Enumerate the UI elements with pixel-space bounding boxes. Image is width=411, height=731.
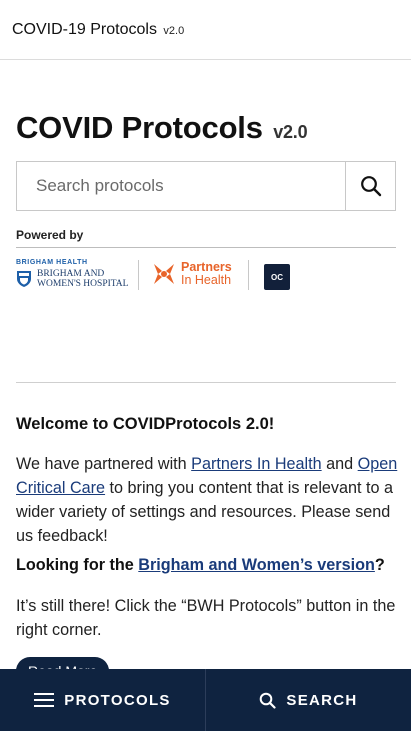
search-icon (360, 176, 381, 197)
bwh-logo-line2: WOMEN'S HOSPITAL (37, 279, 129, 289)
occ-logo-text: OC (271, 272, 283, 282)
logo-divider (248, 260, 249, 290)
occ-logo[interactable]: OC (264, 264, 290, 290)
welcome-text-b: and (321, 455, 358, 473)
bwh-shield-icon (17, 271, 31, 287)
bwh-version-prompt: Looking for the Brigham and Women’s vers… (16, 556, 398, 575)
app-version: v2.0 (163, 25, 185, 37)
bwh-prompt-text-b: ? (374, 556, 385, 574)
powered-by-label: Powered by (16, 228, 396, 248)
search-tab[interactable]: SEARCH (205, 669, 411, 731)
bwh-logo[interactable]: BRIGHAM HEALTH BRIGHAM AND WOMEN'S HOSPIT… (16, 259, 128, 289)
bwh-logo-name: BRIGHAM AND WOMEN'S HOSPITAL (37, 269, 128, 289)
bwh-version-link[interactable]: Brigham and Women’s version (138, 556, 375, 574)
bwh-info-paragraph: It’s still there! Click the “BWH Protoco… (16, 597, 396, 639)
section-divider (16, 382, 396, 383)
search-box (16, 161, 396, 211)
pih-logo-line2: In Health (181, 273, 232, 287)
logo-divider (138, 260, 139, 290)
welcome-text-a: We have partnered with (16, 455, 192, 473)
search-input[interactable] (17, 162, 347, 210)
partner-logos: BRIGHAM HEALTH BRIGHAM AND WOMEN'S HOSPIT… (16, 258, 396, 308)
page-title: COVID Protocols v2.0 (16, 110, 396, 146)
search-tab-label: SEARCH (286, 691, 358, 709)
welcome-heading: Welcome to COVIDProtocols 2.0! (16, 415, 275, 433)
bwh-logo-top-text: BRIGHAM HEALTH (16, 259, 88, 266)
app-title-text: COVID-19 Protocols (12, 21, 157, 38)
search-icon (259, 692, 277, 709)
main-content: COVID Protocols v2.0 Powered by BRIGHAM … (16, 60, 397, 685)
top-app-bar: COVID-19 Protocols v2.0 (0, 0, 411, 60)
menu-icon (34, 693, 55, 707)
page-title-version: v2.0 (273, 122, 308, 142)
app-title[interactable]: COVID-19 Protocols v2.0 (12, 21, 184, 39)
partners-in-health-link[interactable]: Partners In Health (191, 455, 321, 473)
protocols-tab-label: PROTOCOLS (64, 691, 171, 709)
protocols-tab[interactable]: PROTOCOLS (0, 669, 205, 731)
pih-logo-line1: Partners (181, 260, 232, 274)
bottom-navigation: PROTOCOLS SEARCH (0, 669, 411, 731)
pih-mark-icon (152, 262, 176, 286)
search-button[interactable] (345, 162, 395, 210)
page-title-text: COVID Protocols (16, 110, 263, 145)
bwh-prompt-text-a: Looking for the (16, 556, 139, 574)
welcome-paragraph: We have partnered with Partners In Healt… (16, 452, 398, 548)
bwh-logo-line1: BRIGHAM AND (37, 269, 105, 279)
